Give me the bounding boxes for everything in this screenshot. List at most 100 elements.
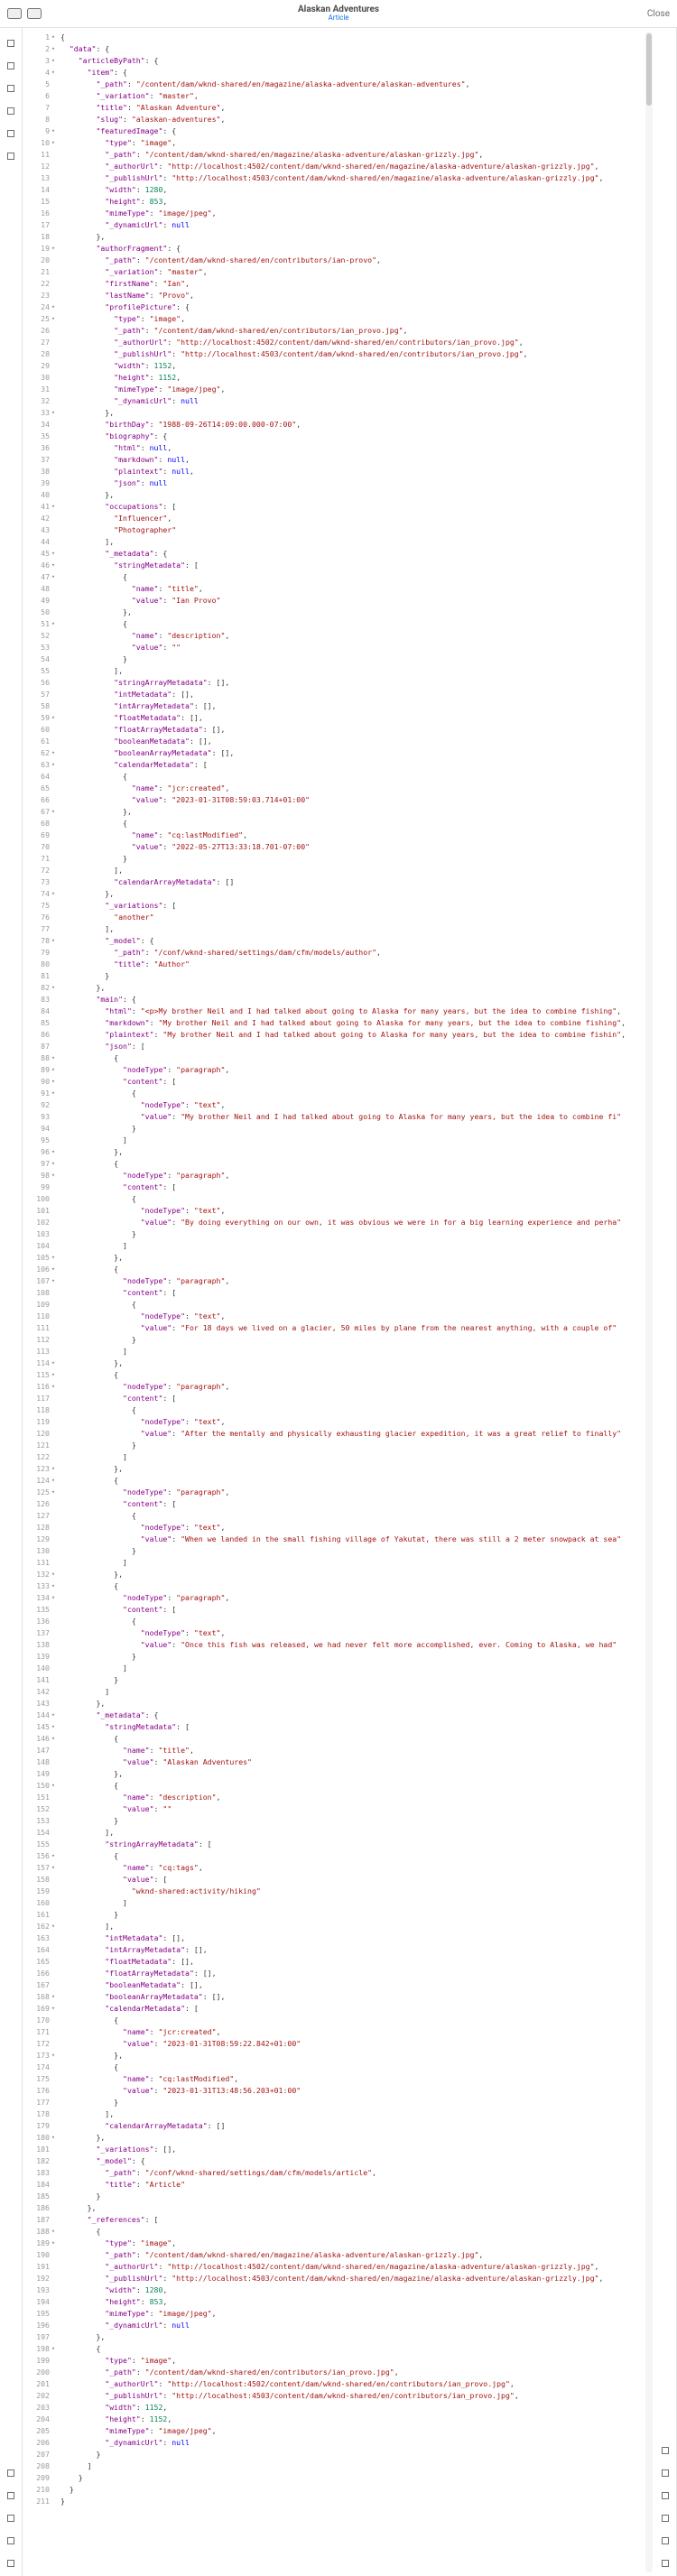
code-line[interactable]: } [60, 2449, 640, 2460]
fold-marker[interactable]: ▾ [50, 1477, 57, 1484]
code-line[interactable]: "nodeType": "text", [60, 1205, 640, 1217]
code-line[interactable]: "_variation": "master", [60, 90, 640, 102]
fold-marker[interactable]: ▾ [50, 937, 57, 944]
code-line[interactable]: "_authorUrl": "http://localhost:4502/con… [60, 337, 640, 348]
code-line[interactable]: "calendarArrayMetadata": [] [60, 2120, 640, 2132]
code-line[interactable]: "_path": "/conf/wknd-shared/settings/dam… [60, 2167, 640, 2179]
code-line[interactable]: "json": [ [60, 1041, 640, 1052]
code-line[interactable]: "_metadata": { [60, 1710, 640, 1721]
code-line[interactable]: ], [60, 536, 640, 548]
code-line[interactable]: "intMetadata": [], [60, 1932, 640, 1944]
code-line[interactable]: "_path": "/conf/wknd-shared/settings/dam… [60, 947, 640, 959]
code-line[interactable]: "value": "My brother Neil and I had talk… [60, 1111, 640, 1123]
code-line[interactable]: "name": "cq:tags", [60, 1862, 640, 1874]
code-line[interactable]: ] [60, 1451, 640, 1463]
code-line[interactable]: "content": [ [60, 1181, 640, 1193]
code-line[interactable]: ], [60, 865, 640, 876]
code-line[interactable]: "nodeType": "paragraph", [60, 1275, 640, 1287]
page-info-icon[interactable] [27, 8, 42, 19]
fold-marker[interactable]: ▾ [50, 1160, 57, 1167]
code-line[interactable]: "markdown": null, [60, 454, 640, 466]
scrollbar[interactable] [645, 32, 653, 2572]
fold-marker[interactable]: ▾ [50, 45, 57, 52]
code-line[interactable]: "name": "title", [60, 583, 640, 595]
code-line[interactable]: "html": "<p>My brother Neil and I had ta… [60, 1005, 640, 1017]
fold-marker[interactable]: ▾ [50, 2052, 57, 2059]
code-line[interactable]: ] [60, 2460, 640, 2472]
code-line[interactable]: } [60, 1815, 640, 1827]
code-line[interactable]: "_variations": [], [60, 2144, 640, 2155]
toggle-rail-icon[interactable] [5, 33, 16, 56]
code-line[interactable]: "_references": [ [60, 2214, 640, 2226]
code-line[interactable]: ], [60, 2108, 640, 2120]
code-line[interactable]: { [60, 2343, 640, 2355]
code-line[interactable]: }, [60, 1463, 640, 1475]
code-line[interactable]: "nodeType": "text", [60, 1099, 640, 1111]
collapse-icon[interactable] [660, 2531, 671, 2553]
refresh-icon[interactable] [5, 2463, 16, 2486]
code-line[interactable]: "floatArrayMetadata": [], [60, 724, 640, 736]
fold-marker[interactable]: ▾ [50, 245, 57, 252]
code-line[interactable]: "_publishUrl": "http://localhost:4503/co… [60, 348, 640, 360]
code-line[interactable]: "booleanMetadata": [], [60, 736, 640, 747]
lock-icon[interactable] [5, 2531, 16, 2553]
code-line[interactable]: { [60, 1733, 640, 1745]
code-line[interactable]: } [60, 653, 640, 665]
code-line[interactable]: "calendarMetadata": [ [60, 759, 640, 771]
code-line[interactable]: "main": { [60, 994, 640, 1005]
fold-marker[interactable]: ▾ [50, 303, 57, 310]
fold-marker[interactable]: ▾ [50, 1782, 57, 1789]
fold-marker[interactable]: ▾ [50, 1582, 57, 1589]
code-line[interactable]: "_path": "/content/dam/wknd-shared/en/co… [60, 2367, 640, 2378]
fold-marker[interactable]: ▾ [50, 620, 57, 627]
sitemap-icon[interactable] [5, 146, 16, 169]
code-line[interactable]: "intMetadata": [], [60, 689, 640, 700]
code-line[interactable]: "nodeType": "paragraph", [60, 1064, 640, 1076]
code-line[interactable]: { [60, 1299, 640, 1311]
fold-marker[interactable]: ▾ [50, 573, 57, 580]
code-line[interactable]: }, [60, 1698, 640, 1710]
code-line[interactable]: { [60, 1052, 640, 1064]
code-line[interactable]: "stringArrayMetadata": [], [60, 677, 640, 689]
fold-marker[interactable]: ▾ [50, 33, 57, 41]
code-line[interactable]: "content": [ [60, 1393, 640, 1404]
code-line[interactable]: ] [60, 1557, 640, 1569]
fold-marker[interactable]: ▾ [50, 2134, 57, 2141]
code-line[interactable]: "stringMetadata": [ [60, 560, 640, 571]
code-line[interactable]: "_variation": "master", [60, 266, 640, 278]
annotate-icon[interactable] [660, 2553, 671, 2576]
code-line[interactable]: "width": 1280, [60, 2284, 640, 2296]
fold-marker[interactable]: ▾ [50, 2228, 57, 2235]
code-line[interactable]: ] [60, 1686, 640, 1698]
code-line[interactable]: "value": "Ian Provo" [60, 595, 640, 607]
fold-marker[interactable]: ▾ [50, 1864, 57, 1871]
code-line[interactable]: "item": { [60, 67, 640, 79]
fold-marker[interactable]: ▾ [50, 890, 57, 897]
code-line[interactable]: { [60, 1369, 640, 1381]
code-line[interactable]: "Photographer" [60, 524, 640, 536]
code-line[interactable]: } [60, 1440, 640, 1451]
fold-marker[interactable]: ▾ [50, 1993, 57, 2000]
code-line[interactable]: "json": null [60, 477, 640, 489]
fold-marker[interactable]: ▾ [50, 761, 57, 768]
fold-marker[interactable]: ▾ [50, 57, 57, 64]
code-line[interactable]: "content": [ [60, 1287, 640, 1299]
fold-marker[interactable]: ▾ [50, 1089, 57, 1097]
info-icon[interactable] [5, 79, 16, 101]
code-line[interactable]: { [60, 32, 640, 43]
history-icon[interactable] [660, 2486, 671, 2508]
code-line[interactable]: "intArrayMetadata": [], [60, 1944, 640, 1956]
fold-marker[interactable]: ▾ [50, 69, 57, 76]
edit-icon[interactable] [7, 8, 22, 19]
code-line[interactable]: "width": 1280, [60, 184, 640, 196]
fold-marker[interactable]: ▾ [50, 1488, 57, 1496]
code-line[interactable]: "markdown": "My brother Neil and I had t… [60, 1017, 640, 1029]
code-line[interactable]: "value": "Alaskan Adventures" [60, 1756, 640, 1768]
code-line[interactable]: "_path": "/content/dam/wknd-shared/en/co… [60, 325, 640, 337]
code-line[interactable]: "type": "image", [60, 2355, 640, 2367]
code-line[interactable]: "nodeType": "text", [60, 1522, 640, 1534]
fold-marker[interactable]: ▾ [50, 139, 57, 146]
code-line[interactable]: "_dynamicUrl": null [60, 395, 640, 407]
code-line[interactable]: "_metadata": { [60, 548, 640, 560]
code-line[interactable]: "authorFragment": { [60, 243, 640, 255]
